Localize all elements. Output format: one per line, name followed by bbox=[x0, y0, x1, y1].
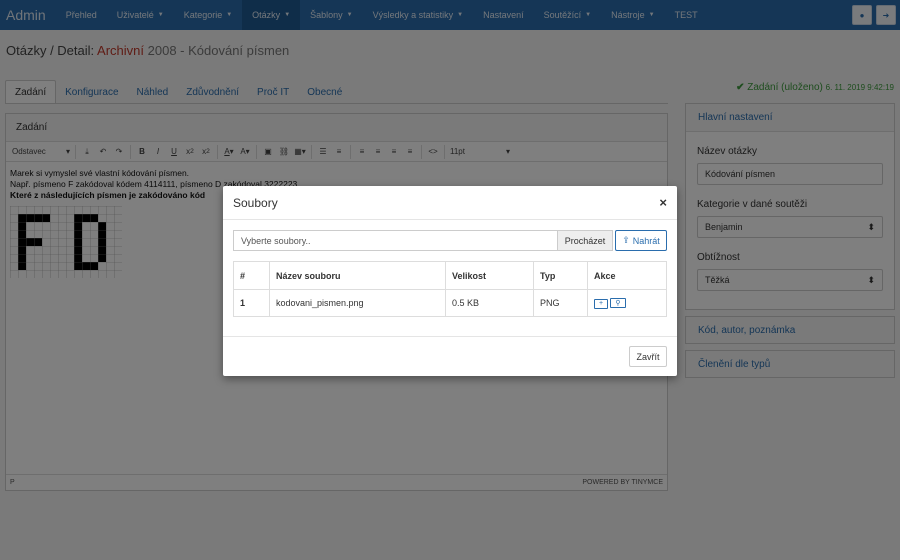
modal-footer: Zavřít bbox=[223, 336, 677, 376]
col-filename: Název souboru bbox=[269, 261, 446, 290]
row-filename: kodovani_pismen.png bbox=[269, 289, 446, 317]
modal-header: Soubory × bbox=[223, 186, 677, 220]
row-size: 0.5 KB bbox=[445, 289, 534, 317]
files-table: # Název souboru Velikost Typ Akce 1 kodo… bbox=[233, 261, 667, 317]
row-type: PNG bbox=[533, 289, 588, 317]
insert-file-button[interactable]: + bbox=[594, 298, 608, 309]
row-actions: + ⚲ bbox=[587, 289, 667, 317]
file-placeholder: Vyberte soubory.. bbox=[241, 235, 311, 246]
file-select-input[interactable]: Vyberte soubory.. bbox=[233, 230, 557, 251]
files-modal: Soubory × Vyberte soubory.. Procházet ⇪ N… bbox=[223, 186, 677, 376]
col-number: # bbox=[233, 261, 270, 290]
zoom-preview-button[interactable]: ⚲ bbox=[610, 298, 626, 309]
col-size: Velikost bbox=[445, 261, 534, 290]
col-type: Typ bbox=[533, 261, 588, 290]
modal-body: Vyberte soubory.. Procházet ⇪ Nahrát # Ná… bbox=[223, 220, 677, 327]
close-button[interactable]: Zavřít bbox=[629, 346, 667, 367]
modal-title: Soubory bbox=[233, 195, 278, 210]
close-icon[interactable]: × bbox=[659, 195, 667, 210]
table-row: 1 kodovani_pismen.png 0.5 KB PNG + ⚲ bbox=[233, 289, 667, 317]
upload-label: Nahrát bbox=[632, 235, 660, 246]
table-header-row: # Název souboru Velikost Typ Akce bbox=[233, 261, 667, 290]
upload-button[interactable]: ⇪ Nahrát bbox=[615, 230, 667, 251]
col-actions: Akce bbox=[587, 261, 667, 290]
browse-button[interactable]: Procházet bbox=[557, 230, 613, 251]
row-number: 1 bbox=[233, 289, 270, 317]
upload-icon: ⇪ bbox=[622, 235, 630, 245]
file-select-row: Vyberte soubory.. Procházet ⇪ Nahrát bbox=[233, 230, 667, 251]
